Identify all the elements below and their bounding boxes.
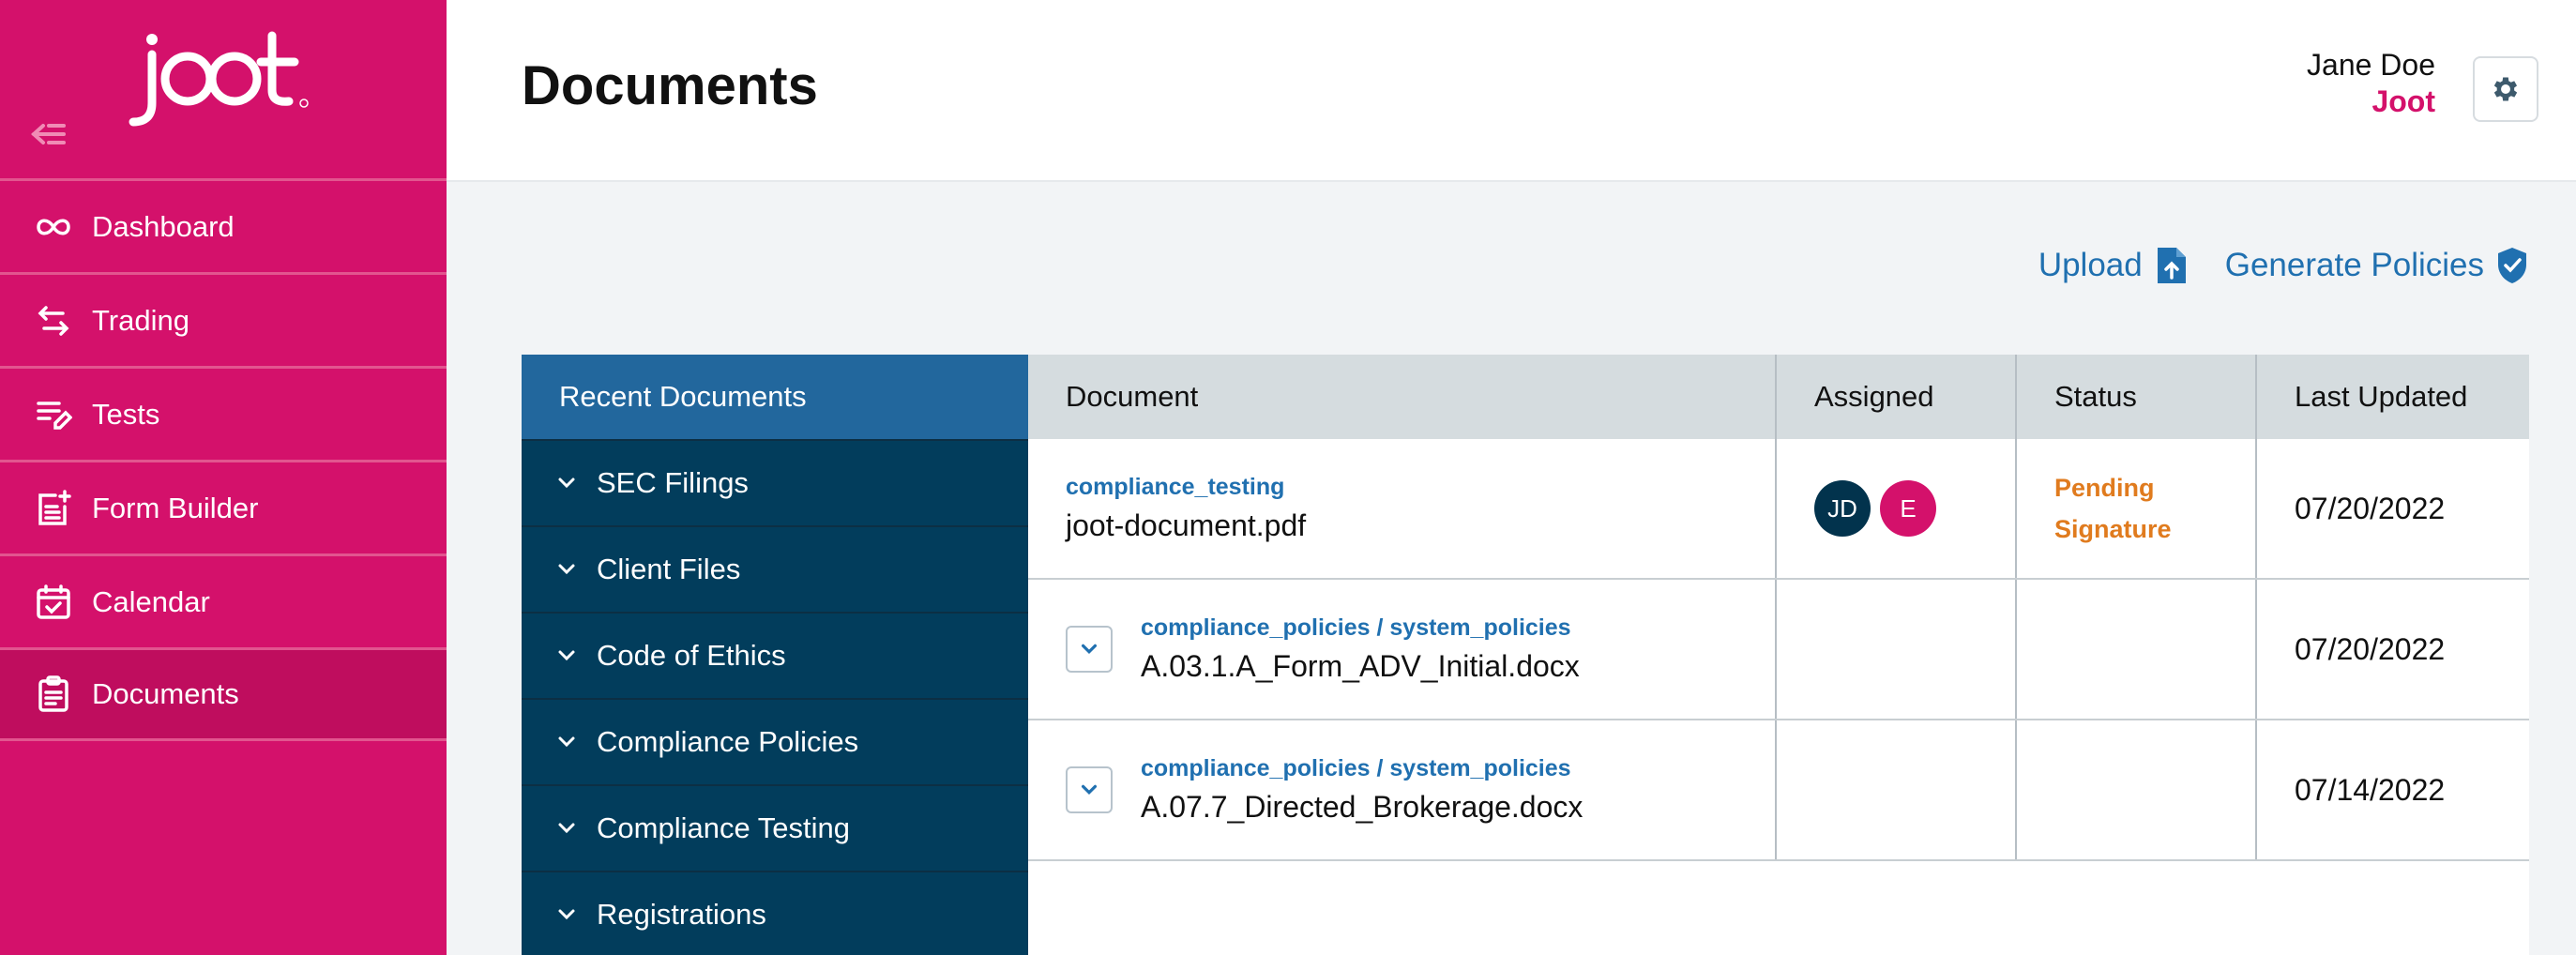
column-header-status[interactable]: Status bbox=[2017, 355, 2257, 439]
folder-label: Code of Ethics bbox=[597, 639, 786, 672]
avatar[interactable]: JD bbox=[1814, 480, 1871, 537]
joot-logo[interactable] bbox=[124, 17, 321, 129]
avatar[interactable]: E bbox=[1880, 480, 1936, 537]
sidebar: Dashboard Trading Tests Form Builder Cal… bbox=[0, 0, 447, 955]
document-name[interactable]: A.03.1.A_Form_ADV_Initial.docx bbox=[1141, 649, 1580, 684]
assigned-cell bbox=[1777, 720, 2017, 859]
folder-label: Compliance Testing bbox=[597, 811, 850, 844]
column-header-last-updated[interactable]: Last Updated bbox=[2257, 355, 2529, 439]
status-text: Signature bbox=[2054, 515, 2172, 543]
column-header-assigned[interactable]: Assigned bbox=[1777, 355, 2017, 439]
last-updated-date: 07/20/2022 bbox=[2295, 491, 2446, 525]
document-path-link[interactable]: compliance_testing bbox=[1066, 474, 1306, 501]
status-cell bbox=[2017, 580, 2257, 719]
document-actions: Upload Generate Policies bbox=[2038, 246, 2529, 285]
form-add-icon bbox=[34, 489, 73, 528]
document-cell: compliance_policies / system_policies A.… bbox=[1028, 580, 1777, 719]
chevron-down-icon bbox=[558, 909, 575, 920]
folder-list: Recent Documents SEC Filings Client File… bbox=[522, 355, 1028, 955]
sidebar-item-label: Tests bbox=[92, 397, 160, 431]
recent-documents-tab[interactable]: Recent Documents bbox=[522, 355, 1028, 439]
sidebar-item-label: Form Builder bbox=[92, 491, 259, 524]
status-badge: Pending Signature bbox=[2054, 467, 2172, 550]
user-info[interactable]: Jane Doe Joot bbox=[2307, 47, 2435, 120]
documents-panel: Recent Documents SEC Filings Client File… bbox=[522, 355, 2529, 955]
last-updated-cell: 07/14/2022 bbox=[2257, 720, 2529, 859]
status-text: Pending bbox=[2054, 474, 2155, 502]
chevron-down-icon bbox=[558, 564, 575, 575]
page-title: Documents bbox=[522, 55, 818, 116]
table-header: Document Assigned Status Last Updated bbox=[1028, 355, 2529, 439]
sidebar-item-label: Documents bbox=[92, 677, 239, 710]
sidebar-item-label: Trading bbox=[92, 303, 189, 337]
column-header-document[interactable]: Document bbox=[1028, 355, 1777, 439]
document-name[interactable]: joot-document.pdf bbox=[1066, 508, 1306, 543]
checklist-edit-icon bbox=[34, 395, 73, 434]
chevron-down-icon bbox=[1081, 784, 1098, 796]
arrows-swap-icon bbox=[34, 301, 73, 341]
gear-icon bbox=[2493, 77, 2518, 101]
sidebar-item-documents[interactable]: Documents bbox=[0, 647, 447, 741]
folder-label: Registrations bbox=[597, 898, 766, 931]
sidebar-item-dashboard[interactable]: Dashboard bbox=[0, 178, 447, 272]
page-header: Documents Jane Doe Joot bbox=[447, 0, 2576, 182]
expand-row-button[interactable] bbox=[1066, 626, 1113, 673]
calendar-check-icon bbox=[34, 583, 73, 622]
folder-item[interactable]: Registrations bbox=[522, 871, 1028, 955]
document-name[interactable]: A.07.7_Directed_Brokerage.docx bbox=[1141, 790, 1583, 825]
sidebar-nav: Dashboard Trading Tests Form Builder Cal… bbox=[0, 178, 447, 741]
last-updated-date: 07/20/2022 bbox=[2295, 631, 2446, 666]
settings-button[interactable] bbox=[2473, 56, 2538, 122]
folder-label: SEC Filings bbox=[597, 466, 749, 499]
sidebar-item-tests[interactable]: Tests bbox=[0, 366, 447, 460]
folder-item[interactable]: SEC Filings bbox=[522, 439, 1028, 525]
status-cell: Pending Signature bbox=[2017, 439, 2257, 578]
last-updated-cell: 07/20/2022 bbox=[2257, 580, 2529, 719]
generate-policies-button[interactable]: Generate Policies bbox=[2225, 246, 2529, 285]
shield-check-icon bbox=[2498, 248, 2526, 283]
expand-row-button[interactable] bbox=[1066, 766, 1113, 813]
chevron-down-icon bbox=[558, 478, 575, 489]
document-cell: compliance_policies / system_policies A.… bbox=[1028, 720, 1777, 859]
folder-item[interactable]: Code of Ethics bbox=[522, 612, 1028, 698]
sidebar-item-label: Calendar bbox=[92, 584, 210, 618]
chevron-down-icon bbox=[558, 736, 575, 748]
assigned-cell: JD E bbox=[1777, 439, 2017, 578]
folder-item[interactable]: Compliance Policies bbox=[522, 698, 1028, 784]
status-cell bbox=[2017, 720, 2257, 859]
sidebar-item-trading[interactable]: Trading bbox=[0, 272, 447, 366]
upload-button[interactable]: Upload bbox=[2038, 246, 2188, 285]
clipboard-icon bbox=[34, 675, 73, 714]
chevron-down-icon bbox=[1081, 644, 1098, 655]
last-updated-date: 07/14/2022 bbox=[2295, 772, 2446, 807]
upload-label: Upload bbox=[2038, 247, 2143, 283]
chevron-down-icon bbox=[558, 823, 575, 834]
folder-label: Client Files bbox=[597, 553, 741, 585]
assigned-cell bbox=[1777, 580, 2017, 719]
folder-item[interactable]: Client Files bbox=[522, 525, 1028, 612]
folder-item[interactable]: Compliance Testing bbox=[522, 784, 1028, 871]
sidebar-item-label: Dashboard bbox=[92, 209, 235, 243]
table-row[interactable]: compliance_policies / system_policies A.… bbox=[1028, 580, 2529, 720]
table-row[interactable]: compliance_testing joot-document.pdf JD … bbox=[1028, 439, 2529, 580]
document-cell: compliance_testing joot-document.pdf bbox=[1028, 439, 1777, 578]
documents-table: Document Assigned Status Last Updated co… bbox=[1028, 355, 2529, 861]
user-organization: Joot bbox=[2371, 84, 2435, 118]
generate-policies-label: Generate Policies bbox=[2224, 247, 2484, 283]
document-path-link[interactable]: compliance_policies / system_policies bbox=[1141, 755, 1583, 782]
logo-area bbox=[0, 0, 447, 178]
sidebar-item-form-builder[interactable]: Form Builder bbox=[0, 460, 447, 553]
collapse-sidebar-icon[interactable] bbox=[30, 120, 68, 148]
table-row[interactable]: compliance_policies / system_policies A.… bbox=[1028, 720, 2529, 861]
folder-label: Compliance Policies bbox=[597, 725, 859, 758]
document-path-link[interactable]: compliance_policies / system_policies bbox=[1141, 614, 1580, 642]
last-updated-cell: 07/20/2022 bbox=[2257, 439, 2529, 578]
file-upload-icon bbox=[2157, 248, 2186, 283]
sidebar-item-calendar[interactable]: Calendar bbox=[0, 553, 447, 647]
user-name: Jane Doe bbox=[2307, 48, 2435, 82]
chevron-down-icon bbox=[558, 650, 575, 661]
infinity-icon bbox=[34, 207, 73, 247]
